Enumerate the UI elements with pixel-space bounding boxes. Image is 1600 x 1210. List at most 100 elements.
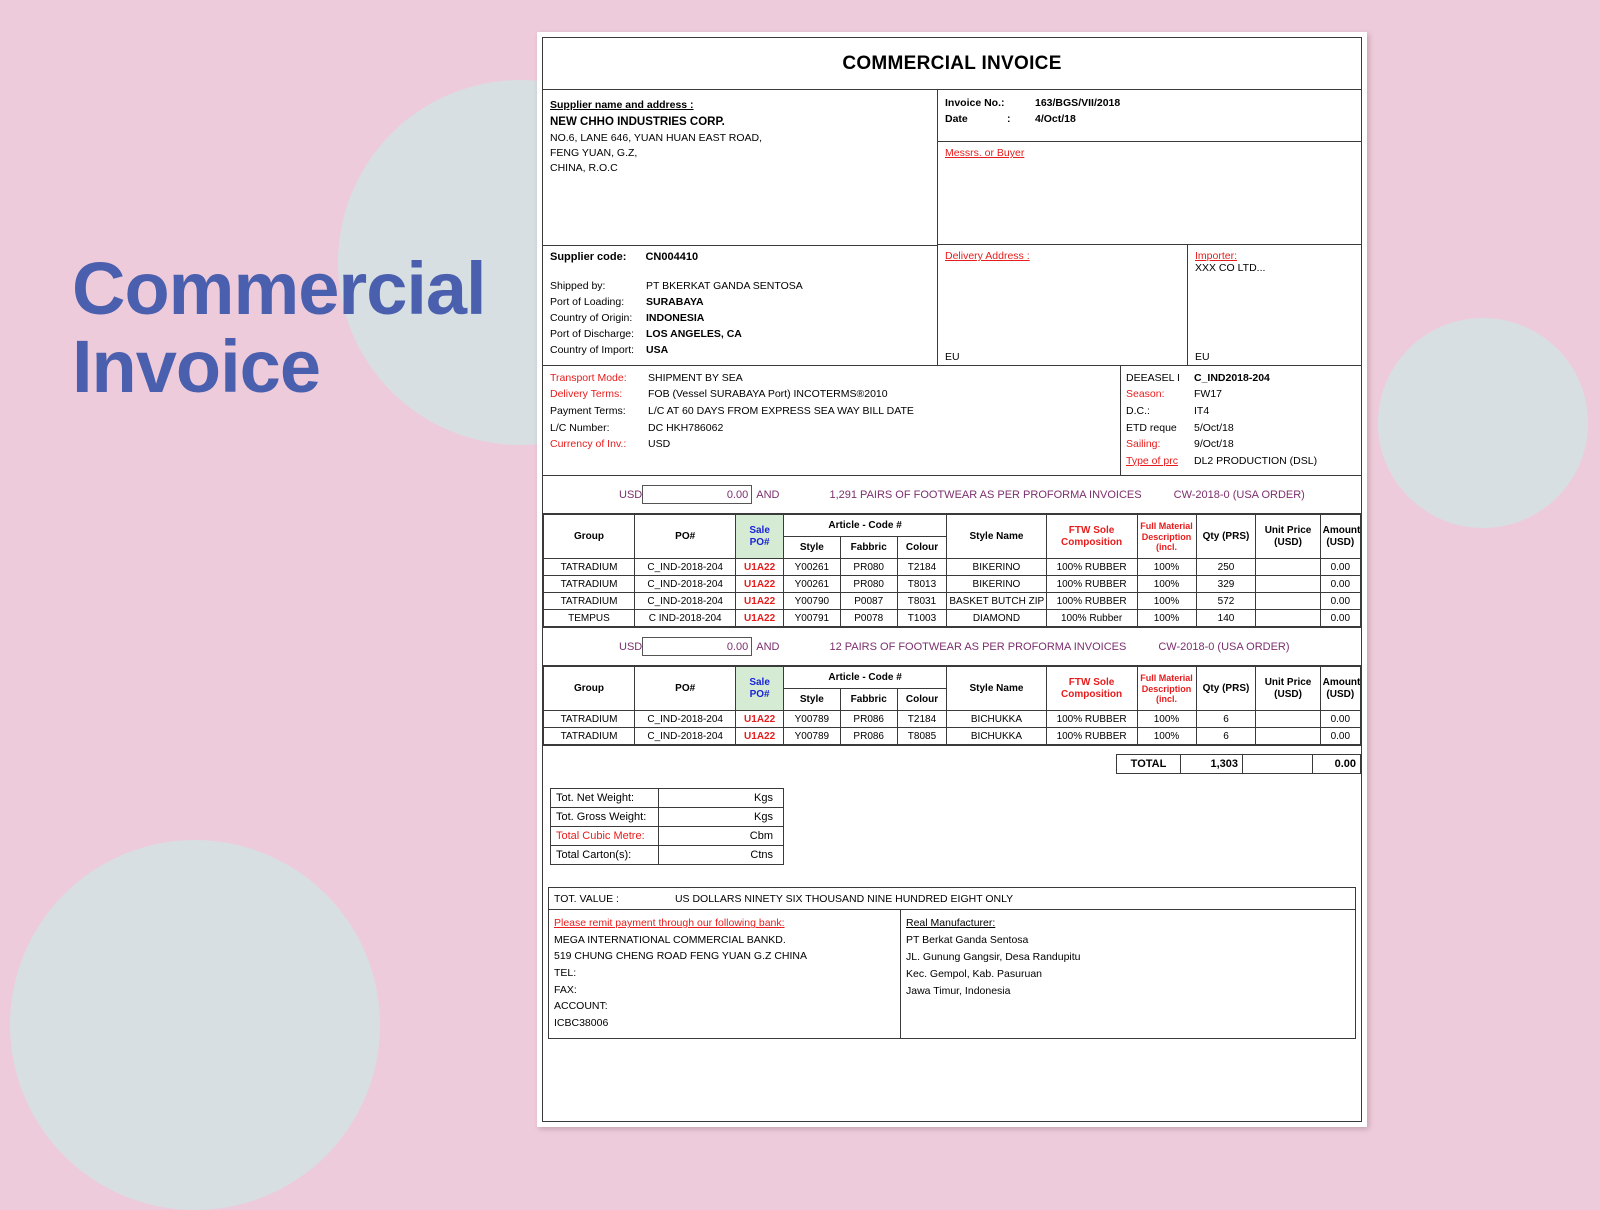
section-amount-input[interactable]: 0.00 — [642, 485, 753, 505]
table-row: TEMPUS C IND-2018-204 U1A22 Y00791 P0078… — [543, 609, 1362, 628]
term-row: Currency of Inv.: USD — [550, 436, 1120, 453]
cell-sole: 100% RUBBER — [1045, 592, 1138, 611]
weight-value[interactable]: Cbm — [658, 826, 784, 847]
items-table-wrap-2: Group PO# Sale PO# Article - Code # Styl… — [543, 666, 1362, 747]
col-fabbric: Fabbric — [839, 536, 898, 560]
cell-style-name: BASKET BUTCH ZIP — [946, 592, 1047, 611]
invoice-sheet: COMMERCIAL INVOICE Supplier name and add… — [542, 37, 1362, 1122]
cell-material: 100% — [1136, 592, 1197, 611]
cell-sale-po: U1A22 — [735, 558, 784, 577]
importer-footer: EU — [1195, 350, 1210, 363]
season-label: Season: — [1126, 388, 1165, 401]
section-amount-input[interactable]: 0.00 — [642, 637, 753, 657]
col-amount: Amount (USD) — [1319, 514, 1362, 560]
cell-group: TATRADIUM — [543, 592, 635, 611]
table-row: TATRADIUM C_IND-2018-204 U1A22 Y00789 PR… — [543, 710, 1362, 729]
invoice-date-colon: : — [1007, 112, 1011, 125]
col-group: Group — [543, 666, 635, 712]
manufacturer-details: Real Manufacturer: PT Berkat Ganda Sento… — [901, 910, 1355, 1038]
cell-sole: 100% RUBBER — [1045, 727, 1138, 746]
col-po: PO# — [633, 666, 737, 712]
weight-value[interactable]: Kgs — [658, 788, 784, 809]
term-value: FOB (Vessel SURABAYA Port) INCOTERMS®201… — [648, 388, 888, 401]
total-wrap: TOTAL 1,303 0.00 — [543, 746, 1361, 775]
cell-po: C_IND-2018-204 — [633, 710, 737, 729]
terms-section: Transport Mode: SHIPMENT BY SEA Delivery… — [543, 365, 1361, 477]
total-value-row: TOT. VALUE : US DOLLARS NINETY SIX THOUS… — [548, 887, 1356, 910]
table-row: TATRADIUM C_IND-2018-204 U1A22 Y00789 PR… — [543, 727, 1362, 746]
col-style-name: Style Name — [946, 514, 1047, 560]
season-row: Season: FW17 — [1126, 386, 1361, 403]
cell-qty: 6 — [1195, 710, 1257, 729]
shipping-value: SURABAYA — [646, 295, 704, 308]
weight-value[interactable]: Ctns — [658, 845, 784, 866]
cell-style-name: BICHUKKA — [946, 710, 1047, 729]
weight-row: Tot. Gross Weight: Kgs — [550, 807, 784, 828]
supplier-code-label: Supplier code: — [550, 251, 627, 263]
shipping-row: Shipped by: PT BKERKAT GANDA SENTOSA — [550, 279, 937, 295]
weight-value[interactable]: Kgs — [658, 807, 784, 828]
cell-material: 100% — [1136, 575, 1197, 594]
weight-label: Tot. Net Weight: — [550, 788, 659, 809]
section-phrase: 12 PAIRS OF FOOTWEAR AS PER PROFORMA INV… — [829, 640, 1127, 653]
page-title: COMMERCIAL INVOICE — [543, 38, 1361, 90]
supplier-heading: Supplier name and address : — [550, 99, 694, 111]
decorative-circle-bottom — [10, 840, 380, 1210]
cell-unit-price — [1255, 727, 1321, 746]
cell-fabbric: P0087 — [839, 592, 898, 611]
cell-amount: 0.00 — [1319, 727, 1362, 746]
col-colour: Colour — [896, 688, 948, 712]
bank-details: Please remit payment through our followi… — [549, 910, 901, 1039]
term-value: SHIPMENT BY SEA — [648, 371, 743, 384]
cell-qty: 6 — [1195, 727, 1257, 746]
col-colour: Colour — [896, 536, 948, 560]
table-row: TATRADIUM C_IND-2018-204 U1A22 Y00261 PR… — [543, 575, 1362, 594]
importer-heading: Importer: — [1195, 250, 1238, 262]
invoice-number-value: 163/BGS/VII/2018 — [1035, 97, 1121, 109]
cell-fabbric: PR086 — [839, 710, 898, 729]
shipping-value: USA — [646, 343, 669, 356]
bank-heading: Please remit payment through our followi… — [554, 917, 785, 930]
invoice-date-label: Date — [945, 112, 968, 125]
cell-po: C_IND-2018-204 — [633, 592, 737, 611]
section-summary-bar: USD 0.00 AND 1,291 PAIRS OF FOOTWEAR AS … — [543, 476, 1361, 515]
header-grid: Supplier name and address : NEW CHHO IND… — [543, 90, 1361, 366]
shipping-label: Shipped by: — [550, 280, 606, 292]
shipping-value: PT BKERKAT GANDA SENTOSA — [646, 280, 803, 292]
shipping-row: Port of Discharge: LOS ANGELES, CA — [550, 327, 937, 343]
shipping-label: Port of Loading: — [550, 295, 625, 308]
cell-group: TATRADIUM — [543, 710, 635, 729]
cell-style: Y00790 — [782, 592, 841, 611]
delivery-address-block: Delivery Address : EU — [938, 245, 1188, 365]
supplier-address: NO.6, LANE 646, YUAN HUAN EAST ROAD, FEN… — [550, 131, 937, 176]
shipping-label: Port of Discharge: — [550, 327, 635, 340]
manufacturer-heading: Real Manufacturer: — [906, 917, 996, 930]
weight-label: Total Carton(s): — [550, 845, 659, 866]
dc-row: D.C.: IT4 — [1126, 403, 1361, 420]
cell-colour: T8013 — [896, 575, 948, 594]
term-label: Delivery Terms: — [550, 388, 623, 401]
cell-style-name: DIAMOND — [946, 609, 1047, 628]
cell-group: TATRADIUM — [543, 575, 635, 594]
shipping-details: Shipped by: PT BKERKAT GANDA SENTOSA Por… — [543, 275, 937, 365]
total-value-label: TOT. VALUE : — [554, 892, 619, 905]
cell-amount: 0.00 — [1319, 710, 1362, 729]
manufacturer-line: Jawa Timur, Indonesia — [906, 985, 1011, 998]
cell-style: Y00789 — [782, 727, 841, 746]
sailing-value: 9/Oct/18 — [1194, 438, 1234, 451]
delivery-address-footer: EU — [945, 350, 960, 363]
cell-unit-price — [1255, 575, 1321, 594]
total-unit-price — [1242, 754, 1313, 775]
terms-left: Transport Mode: SHIPMENT BY SEA Delivery… — [543, 365, 1121, 476]
cell-group: TATRADIUM — [543, 558, 635, 577]
total-amount: 0.00 — [1312, 754, 1361, 775]
manufacturer-line: PT Berkat Ganda Sentosa — [906, 934, 1029, 947]
cell-amount: 0.00 — [1319, 592, 1362, 611]
invoice-number-row: Invoice No.: 163/BGS/VII/2018 — [945, 96, 1361, 112]
col-article-code: Article - Code # — [782, 514, 948, 538]
season-value: FW17 — [1194, 388, 1223, 401]
production-type-row: Type of prc DL2 PRODUCTION (DSL) — [1126, 453, 1361, 470]
cell-amount: 0.00 — [1319, 558, 1362, 577]
total-value-words: US DOLLARS NINETY SIX THOUSAND NINE HUND… — [674, 892, 1014, 905]
bank-line: 519 CHUNG CHENG ROAD FENG YUAN G.Z CHINA — [554, 950, 808, 963]
